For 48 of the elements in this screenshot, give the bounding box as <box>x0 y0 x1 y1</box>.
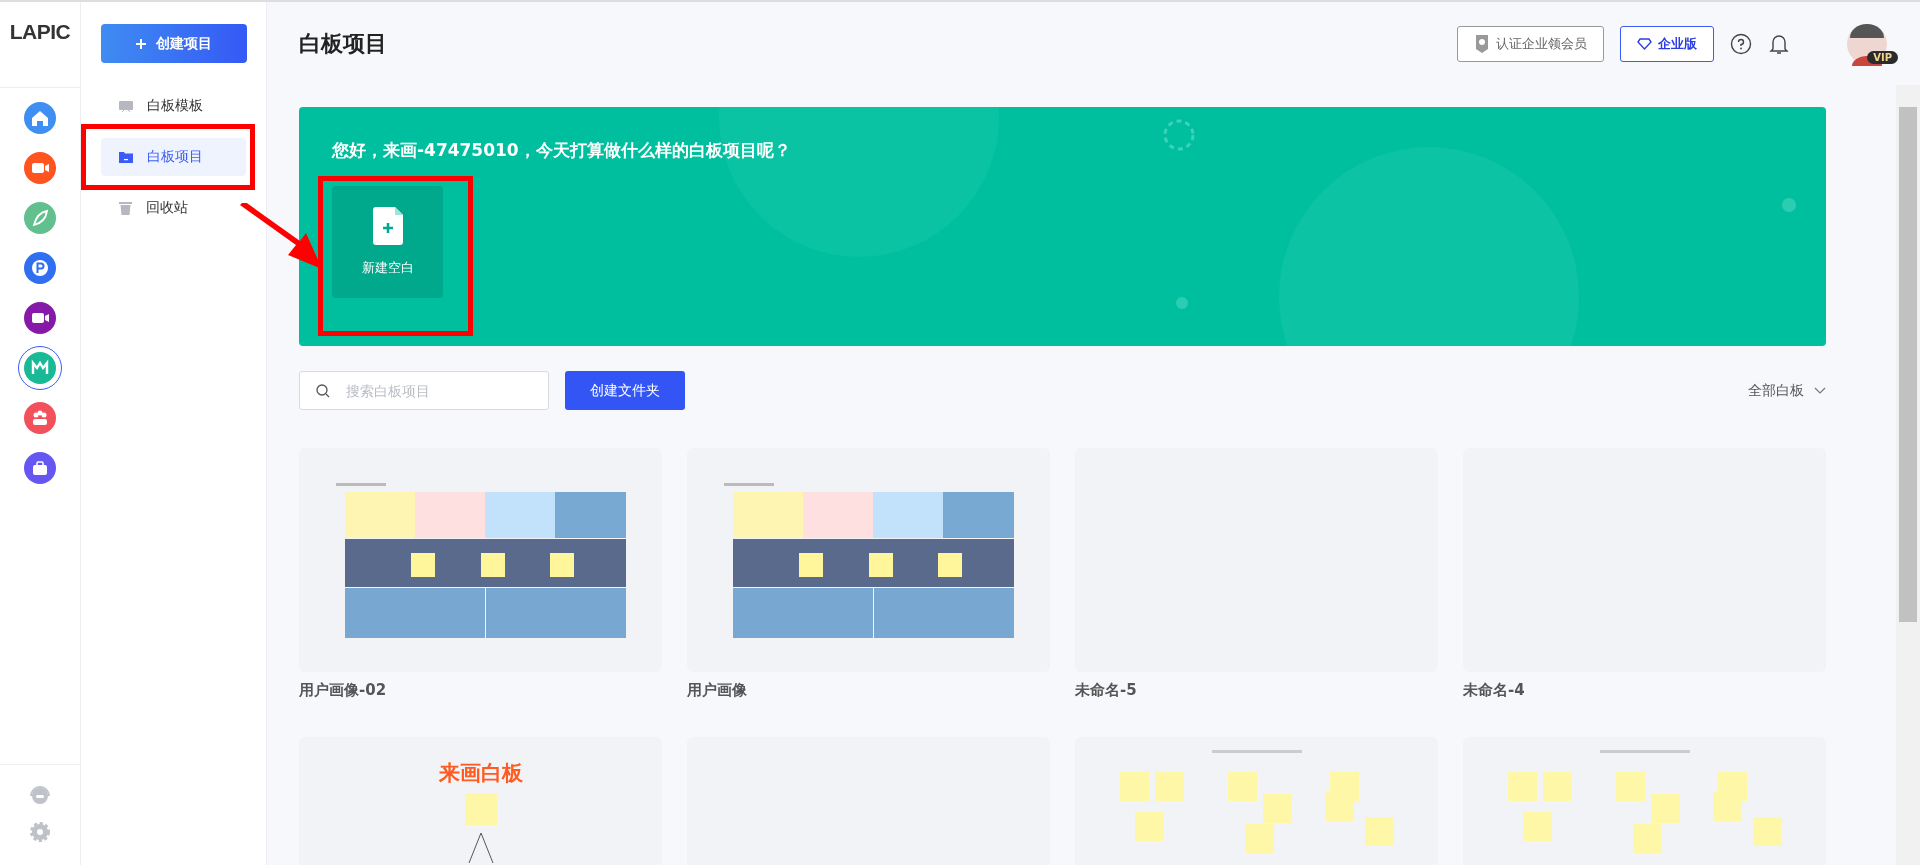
app-switcher[interactable] <box>24 252 56 284</box>
sidebar-item[interactable]: 白板项目 <box>101 138 246 176</box>
certify-button[interactable]: 认证企业领会员 <box>1457 25 1604 62</box>
folder-icon <box>119 151 133 163</box>
sidebar-item[interactable]: 白板模板 <box>101 87 246 125</box>
m-logo-icon <box>31 359 49 374</box>
search-field[interactable]: 搜索白板项目 <box>299 371 549 410</box>
notification-icon[interactable] <box>1768 32 1790 55</box>
app-switcher[interactable] <box>24 102 56 134</box>
board-title: 未命名-5 <box>1075 681 1137 701</box>
app-switcher[interactable] <box>24 152 56 184</box>
plus-icon <box>136 38 146 49</box>
chevron-down-icon <box>1814 386 1826 395</box>
board-title: 用户画像-02 <box>299 681 387 701</box>
home-icon <box>32 111 48 126</box>
create-project-button[interactable]: 创建项目 <box>101 24 247 63</box>
board-thumbnail[interactable] <box>299 448 662 672</box>
team-icon <box>33 410 47 425</box>
camera-icon <box>32 163 49 173</box>
help-icon[interactable] <box>1730 32 1752 55</box>
badge-icon <box>1474 34 1490 53</box>
page-title: 白板项目 <box>299 29 388 58</box>
board-title: 未命名-4 <box>1463 681 1525 701</box>
new-file-icon <box>372 207 403 245</box>
create-folder-button[interactable]: 创建文件夹 <box>565 371 685 410</box>
board-title: 用户画像 <box>687 681 747 701</box>
filter-dropdown[interactable]: 全部白板 <box>1748 381 1826 400</box>
video-icon <box>32 313 49 323</box>
leaf-icon <box>33 210 48 226</box>
app-switcher[interactable] <box>24 302 56 334</box>
scrollbar[interactable] <box>1896 85 1920 865</box>
settings-icon[interactable] <box>29 821 51 843</box>
diamond-icon <box>1637 37 1652 50</box>
app-switcher[interactable] <box>24 452 56 484</box>
p-logo-icon <box>32 260 48 276</box>
app-switcher[interactable] <box>24 402 56 434</box>
greeting-text: 您好，来画-47475010，今天打算做什么样的白板项目呢？ <box>332 139 791 162</box>
briefcase-icon <box>33 461 47 475</box>
search-icon <box>316 384 330 398</box>
board-caption: 来画白板 <box>438 760 523 787</box>
enterprise-button[interactable]: 企业版 <box>1620 25 1714 62</box>
board-thumbnail[interactable] <box>687 448 1050 672</box>
trash-icon <box>119 201 132 215</box>
app-switcher[interactable] <box>24 202 56 234</box>
sidebar-item[interactable]: 回收站 <box>101 189 246 227</box>
template-icon <box>119 99 133 113</box>
logo: LAPIC <box>9 20 71 45</box>
support-icon[interactable] <box>28 785 52 807</box>
